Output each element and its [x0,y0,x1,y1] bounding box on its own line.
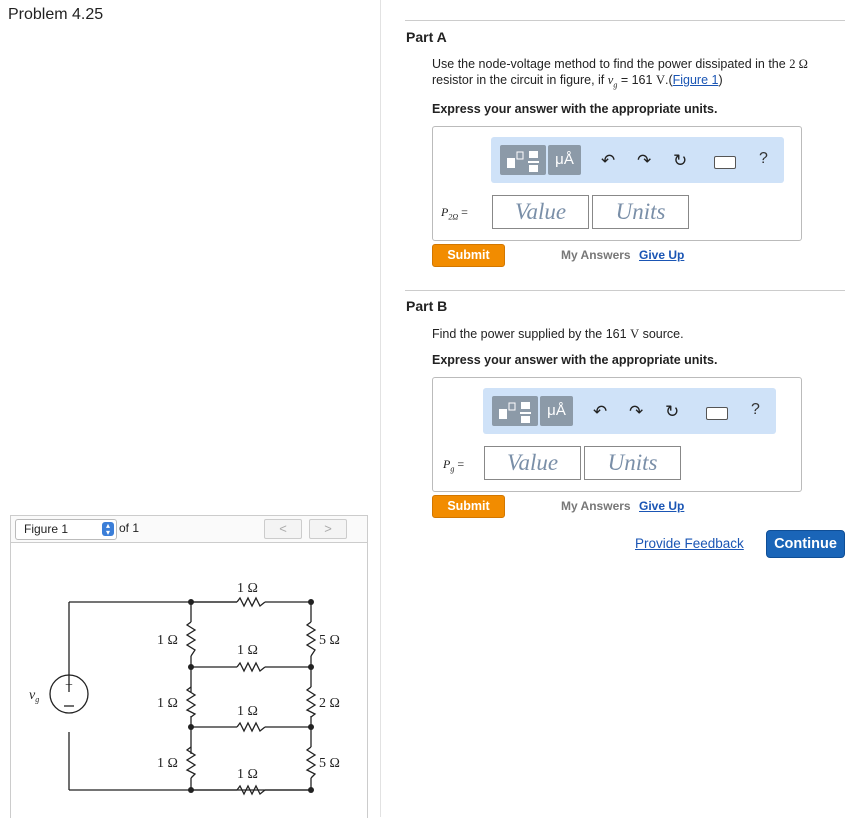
resistor-label: 1 Ω [157,756,178,771]
math-toolbar: μÅ ↶ ↷ ↻ ? [491,137,784,183]
resistor-1ohm [236,596,266,608]
figure-select-label: Figure 1 [24,522,69,536]
circuit-diagram: + vg 1 Ω 1 Ω 1 Ω 1 Ω 1 Ω 1 Ω 1 Ω 5 Ω 2 Ω [29,581,340,796]
continue-button[interactable]: Continue [766,530,845,558]
part-a-submit-button[interactable]: Submit [432,244,505,267]
divider [405,20,845,21]
next-figure-button[interactable]: > [309,519,347,539]
templates-button[interactable] [492,396,538,426]
source-label: vg [29,688,39,704]
part-a-instruction: Express your answer with the appropriate… [432,102,718,116]
part-a-my-answers[interactable]: My Answers [561,248,631,262]
resistor-1ohm [236,661,266,673]
part-a-units-input[interactable]: Units [592,195,689,229]
resistor-label: 1 Ω [237,581,258,596]
part-b-instruction: Express your answer with the appropriate… [432,353,718,367]
problem-title: Problem 4.25 [8,6,104,23]
undo-icon[interactable]: ↶ [601,151,615,171]
part-b-units-input[interactable]: Units [584,446,681,480]
resistor-1ohm [185,621,197,657]
part-a-question: Use the node-voltage method to find the … [432,57,808,90]
keyboard-icon[interactable] [714,156,736,169]
part-b-give-up[interactable]: Give Up [639,499,684,513]
undo-icon[interactable]: ↶ [593,402,607,422]
prev-figure-button[interactable]: < [264,519,302,539]
help-icon[interactable]: ? [759,150,768,168]
keyboard-icon[interactable] [706,407,728,420]
resistor-label: 2 Ω [319,696,340,711]
part-b-question: Find the power supplied by the 161 V sou… [432,327,684,341]
reset-icon[interactable]: ↻ [665,402,679,422]
divider [405,290,845,291]
part-b-value-input[interactable]: Value [484,446,581,480]
figure-link[interactable]: Figure 1 [673,73,719,87]
units-button[interactable]: μÅ [540,396,573,426]
figure-toolbar: Figure 1 ▴ ▾ of 1 < > [11,516,367,543]
part-b-submit-button[interactable]: Submit [432,495,505,518]
figure-panel: Figure 1 ▴ ▾ of 1 < > + vg 1 Ω 1 Ω 1 Ω 1… [10,515,368,818]
math-toolbar: μÅ ↶ ↷ ↻ ? [483,388,776,434]
plus-sign: + [65,678,73,693]
redo-icon[interactable]: ↷ [629,402,643,422]
redo-icon[interactable]: ↷ [637,151,651,171]
resistor-label: 1 Ω [157,633,178,648]
updown-icon: ▴ ▾ [102,522,114,537]
part-b-answer-box: μÅ ↶ ↷ ↻ ? Pg = Value Units [432,377,802,492]
resistor-label: 1 Ω [237,643,258,658]
part-a-title: Part A [406,29,447,45]
units-button[interactable]: μÅ [548,145,581,175]
left-column: Problem 4.25 Figure 1 ▴ ▾ of 1 < > + vg … [0,0,381,818]
resistor-2ohm [305,686,317,718]
resistor-label: 5 Ω [319,756,340,771]
part-a-give-up[interactable]: Give Up [639,248,684,262]
part-b-title: Part B [406,298,448,314]
resistor-label: 1 Ω [237,704,258,719]
resistor-label: 5 Ω [319,633,340,648]
figure-count: of 1 [119,521,140,535]
figure-select[interactable]: Figure 1 ▴ ▾ [15,519,117,540]
part-a-answer-box: μÅ ↶ ↷ ↻ ? P2Ω = Value Units [432,126,802,241]
part-b-equation-label: Pg = [443,457,465,474]
reset-icon[interactable]: ↻ [673,151,687,171]
resistor-1ohm [236,721,266,733]
part-b-my-answers[interactable]: My Answers [561,499,631,513]
resistor-label: 1 Ω [157,696,178,711]
part-a-value-input[interactable]: Value [492,195,589,229]
templates-button[interactable] [500,145,546,175]
part-a-equation-label: P2Ω = [441,205,468,222]
help-icon[interactable]: ? [751,401,760,419]
provide-feedback-link[interactable]: Provide Feedback [635,536,744,551]
right-column: Part A Use the node-voltage method to fi… [381,0,848,817]
resistor-5ohm [305,746,317,779]
resistor-label: 1 Ω [237,767,258,782]
resistor-5ohm [305,621,317,657]
